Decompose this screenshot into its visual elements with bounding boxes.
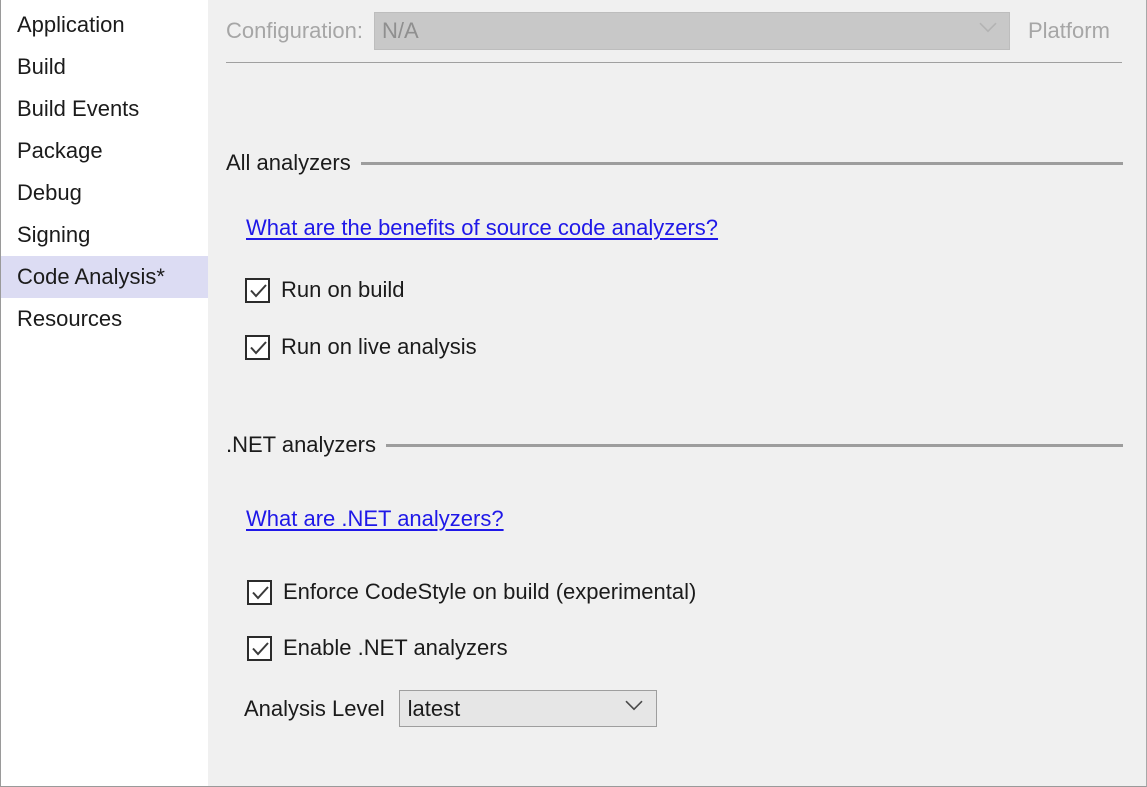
checkmark-icon	[247, 579, 272, 605]
chevron-down-icon	[625, 698, 643, 716]
section-rule	[385, 443, 1123, 447]
section-rule	[360, 161, 1123, 165]
analysis-level-row: Analysis Level latest	[244, 690, 657, 727]
sidebar-item-label: Build Events	[17, 96, 140, 121]
sidebar-item-package[interactable]: Package	[1, 130, 208, 172]
configuration-dropdown-value: N/A	[381, 18, 419, 43]
analysis-level-label: Analysis Level	[244, 695, 385, 721]
checkbox-enforce-codestyle-on-build[interactable]: Enforce CodeStyle on build (experimental…	[247, 579, 696, 605]
sidebar-item-label: Debug	[17, 180, 82, 205]
checkbox-label: Run on live analysis	[281, 334, 477, 359]
properties-category-sidebar: Application Build Build Events Package D…	[0, 0, 234, 787]
configuration-divider	[226, 62, 1122, 63]
link-what-are-net-analyzers[interactable]: What are .NET analyzers?	[246, 506, 504, 532]
checkmark-icon	[245, 334, 270, 360]
checkbox-label: Enforce CodeStyle on build (experimental…	[283, 579, 697, 604]
project-properties-window: Application Build Build Events Package D…	[0, 0, 1147, 787]
section-header-net-analyzers: .NET analyzers	[226, 432, 1123, 458]
checkmark-icon	[245, 277, 270, 303]
sidebar-item-label: Package	[17, 138, 103, 163]
sidebar-item-resources[interactable]: Resources	[1, 298, 208, 340]
sidebar-item-signing[interactable]: Signing	[1, 214, 208, 256]
checkbox-enable-net-analyzers[interactable]: Enable .NET analyzers	[247, 635, 508, 661]
checkbox-label: Run on build	[281, 277, 405, 302]
analysis-level-dropdown-value: latest	[407, 695, 461, 721]
checkbox-label: Enable .NET analyzers	[283, 635, 508, 660]
sidebar-item-application[interactable]: Application	[1, 4, 208, 46]
configuration-dropdown[interactable]: N/A	[373, 12, 1010, 50]
sidebar-item-debug[interactable]: Debug	[1, 172, 208, 214]
sidebar-item-build[interactable]: Build	[1, 46, 208, 88]
chevron-down-icon	[979, 20, 997, 38]
configuration-label: Configuration:	[226, 18, 363, 43]
analysis-level-dropdown[interactable]: latest	[398, 690, 657, 727]
configuration-bar: Configuration: N/A Platform	[208, 0, 1146, 62]
sidebar-item-code-analysis[interactable]: Code Analysis*	[1, 256, 234, 298]
checkmark-icon	[247, 635, 272, 661]
sidebar-item-label: Signing	[17, 222, 91, 247]
link-benefits-of-source-code-analyzers[interactable]: What are the benefits of source code ana…	[246, 215, 718, 241]
sidebar-item-label: Resources	[17, 306, 123, 331]
sidebar-item-build-events[interactable]: Build Events	[1, 88, 208, 130]
sidebar-item-label: Code Analysis*	[17, 264, 165, 289]
checkbox-run-on-live-analysis[interactable]: Run on live analysis	[245, 334, 477, 360]
sidebar-item-label: Build	[17, 54, 66, 79]
section-header-all-analyzers: All analyzers	[226, 150, 1123, 176]
section-title: All analyzers	[226, 150, 351, 175]
checkbox-run-on-build[interactable]: Run on build	[245, 277, 405, 303]
section-title: .NET analyzers	[226, 432, 376, 457]
sidebar-item-label: Application	[17, 12, 125, 37]
platform-label: Platform	[1027, 18, 1110, 43]
code-analysis-panel: Configuration: N/A Platform All analyzer…	[208, 0, 1147, 787]
